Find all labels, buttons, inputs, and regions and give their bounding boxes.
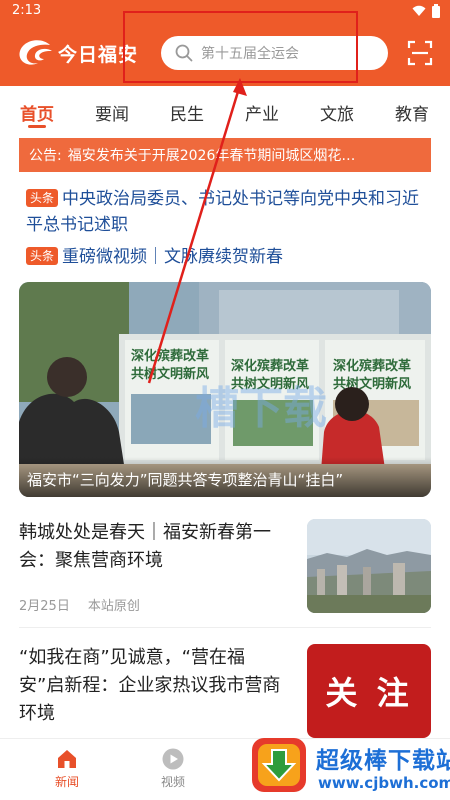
battery-icon (432, 4, 440, 18)
app-name: 今日福安 (58, 43, 139, 66)
tab-news[interactable]: 要闻 (95, 100, 129, 125)
board-text: 共树文明新风 (131, 366, 209, 382)
watermark-url: www.cjbwh.com (318, 774, 450, 792)
article-title: 韩城处处是春天｜福安新春第一会：聚焦营商环境 (19, 522, 271, 571)
board-text: 深化殡葬改革 (131, 348, 209, 364)
nav-label: 视频 (160, 775, 185, 789)
tab-industry[interactable]: 产业 (245, 100, 279, 125)
active-tab-indicator (28, 125, 46, 128)
article-thumbnail: 关 注 (307, 644, 431, 738)
headline-text: 中央政治局委员、书记处书记等向党中央和习近平总书记述职 (26, 189, 420, 235)
notice-label: 公告: (29, 148, 62, 164)
thumbnail-text: 关 注 (325, 674, 413, 712)
headline-text: 重磅微视频｜文脉赓续贺新春 (62, 247, 284, 267)
headline-item[interactable]: 头条 重磅微视频｜文脉赓续贺新春 (26, 244, 426, 270)
watermark-logo (252, 738, 306, 792)
notice-banner[interactable]: 公告: 福安发布关于开展2026年春节期间城区烟花… (19, 138, 431, 172)
headline-item[interactable]: 头条 中央政治局委员、书记处书记等向党中央和习近平总书记述职 (26, 186, 426, 238)
status-bar: 2:13 (0, 0, 450, 22)
headline-badge: 头条 (26, 189, 59, 207)
featured-article-card[interactable]: 深化殡葬改革 共树文明新风 深化殡葬改革 共树文明新风 深化殡葬改革 共树文明新… (19, 282, 431, 497)
headline-badge: 头条 (26, 247, 59, 265)
article-source: 本站原创 (87, 599, 140, 614)
list-divider (19, 627, 431, 628)
board-text: 深化殡葬改革 (231, 358, 309, 374)
board-text: 共树文明新风 (231, 376, 309, 392)
app-logo[interactable]: 今日福安 (16, 36, 144, 70)
wifi-icon (412, 5, 426, 16)
search-placeholder: 第十五届全运会 (201, 46, 299, 62)
tab-livelihood[interactable]: 民生 (170, 100, 204, 125)
article-meta: 2月25日 本站原创 (19, 595, 140, 614)
nav-video[interactable]: 视频 (148, 747, 198, 790)
article-item[interactable]: 韩城处处是春天｜福安新春第一会：聚焦营商环境 2月25日 本站原创 (19, 519, 431, 629)
status-time: 2:13 (12, 3, 42, 18)
tab-culture-tourism[interactable]: 文旅 (320, 100, 354, 125)
article-thumbnail (307, 519, 431, 613)
play-icon (162, 748, 184, 770)
watermark-name: 超级棒下载站 (316, 748, 450, 774)
nav-label: 新闻 (54, 775, 79, 789)
search-icon (175, 44, 193, 62)
article-title: “如我在商”见诚意，“营在福安”启新程：企业家热议我市营商环境 (19, 647, 281, 724)
notice-text: 福安发布关于开展2026年春节期间城区烟花… (67, 148, 356, 164)
logo-swirl-icon (19, 40, 52, 65)
tab-home[interactable]: 首页 (20, 100, 54, 125)
featured-caption: 福安市“三向发力”同题共答专项整治青山“挂白” (19, 457, 431, 497)
board-text: 深化殡葬改革 (333, 358, 411, 374)
nav-news[interactable]: 新闻 (42, 747, 92, 790)
article-item[interactable]: “如我在商”见诚意，“营在福安”启新程：企业家热议我市营商环境 关 注 (19, 644, 431, 744)
article-date: 2月25日 (19, 599, 70, 614)
category-tabs: 首页 要闻 民生 产业 文旅 教育 (0, 92, 450, 130)
home-icon (58, 750, 76, 768)
tab-education[interactable]: 教育 (395, 100, 429, 125)
search-bar[interactable]: 第十五届全运会 (161, 36, 388, 70)
scan-icon[interactable] (407, 40, 433, 66)
